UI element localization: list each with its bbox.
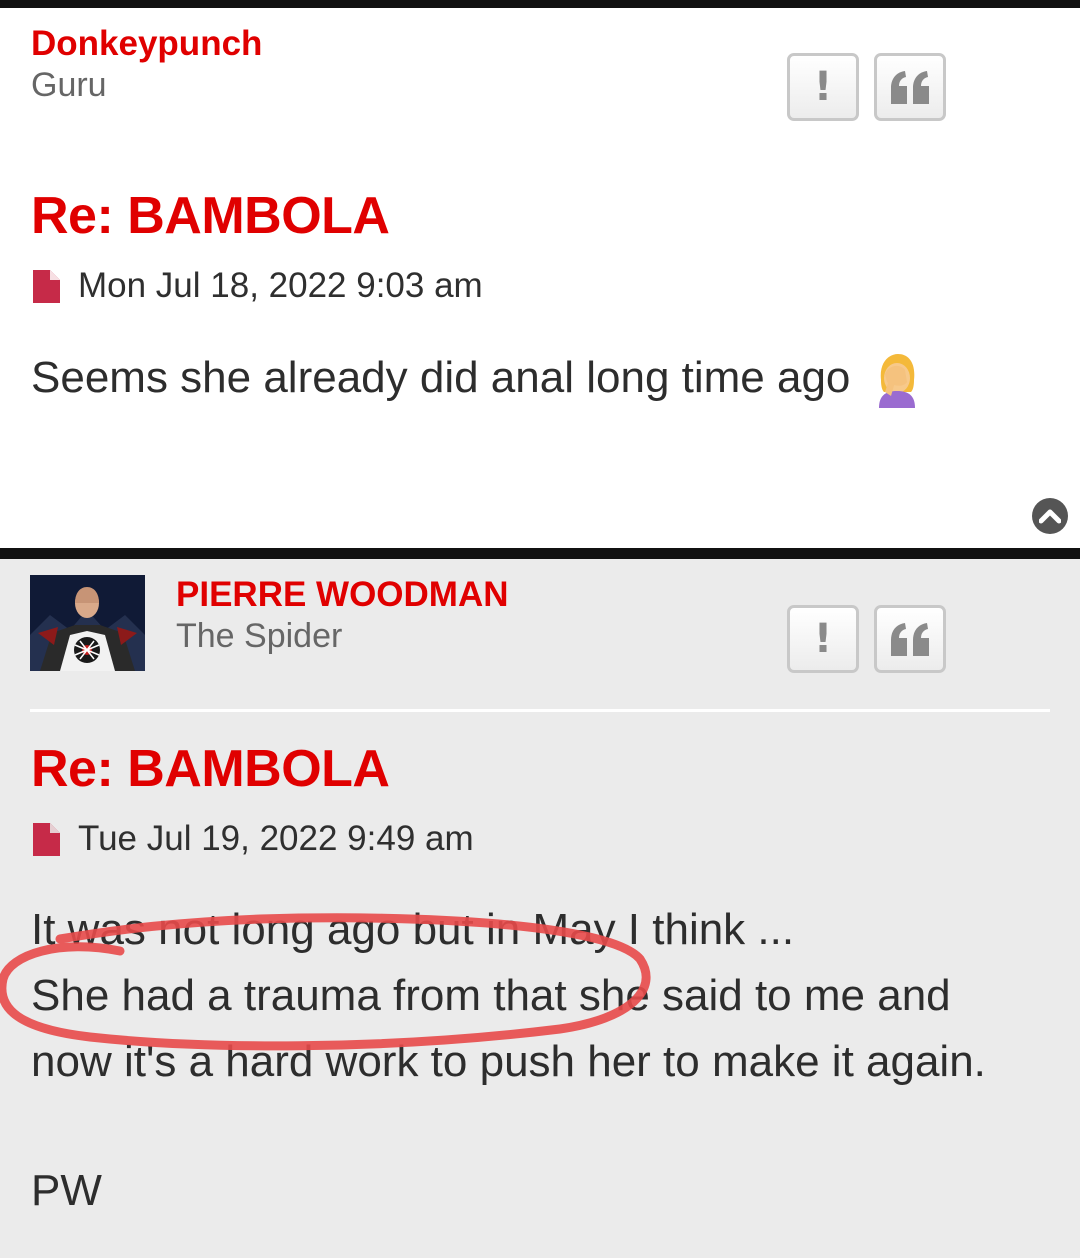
top-border	[0, 0, 1080, 8]
document-icon[interactable]	[33, 269, 60, 303]
post-content-line: It was not long ago but in May I think .…	[31, 905, 795, 954]
back-to-top-button[interactable]	[1032, 498, 1068, 534]
post-author[interactable]: Donkeypunch	[31, 24, 262, 64]
post-divider	[0, 548, 1080, 559]
post-title[interactable]: Re: BAMBOLA	[31, 739, 390, 799]
post-date: Tue Jul 19, 2022 9:49 am	[78, 819, 474, 858]
post-author[interactable]: PIERRE WOODMAN	[176, 575, 509, 615]
avatar[interactable]	[30, 575, 145, 671]
post-header-separator	[30, 709, 1050, 712]
post-content: Seems she already did anal long time ago	[31, 345, 919, 411]
back-to-top-icon	[1039, 509, 1061, 524]
report-button[interactable]: !	[787, 53, 859, 121]
post-signature: PW	[31, 1166, 102, 1215]
post-1: Donkeypunch Guru ! Re: BAMBOLA Mon Jul 1…	[0, 8, 1080, 548]
post-content-line: Seems she already did anal long time ago	[31, 353, 851, 402]
quote-button[interactable]	[874, 53, 946, 121]
report-button[interactable]: !	[787, 605, 859, 673]
post-date: Mon Jul 18, 2022 9:03 am	[78, 266, 483, 305]
document-icon[interactable]	[33, 822, 60, 856]
report-icon: !	[813, 616, 833, 662]
facepalm-emoji	[878, 354, 915, 409]
quote-icon	[891, 623, 929, 656]
post-author-rank: The Spider	[176, 617, 343, 655]
avatar-image	[30, 575, 145, 671]
post-date-line: Tue Jul 19, 2022 9:49 am	[33, 819, 474, 859]
quote-icon	[891, 71, 929, 104]
post-author-rank: Guru	[31, 66, 107, 104]
report-icon: !	[813, 64, 833, 110]
post-2: PIERRE WOODMAN The Spider ! Re: BAMBOLA …	[0, 559, 1080, 1258]
post-title[interactable]: Re: BAMBOLA	[31, 186, 390, 246]
post-content-line: now it's a hard work to push her to make…	[31, 1037, 986, 1086]
post-content: It was not long ago but in May I think .…	[31, 897, 986, 1095]
post-date-line: Mon Jul 18, 2022 9:03 am	[33, 266, 483, 306]
quote-button[interactable]	[874, 605, 946, 673]
post-content-line: She had a trauma from that she said to m…	[31, 971, 951, 1020]
